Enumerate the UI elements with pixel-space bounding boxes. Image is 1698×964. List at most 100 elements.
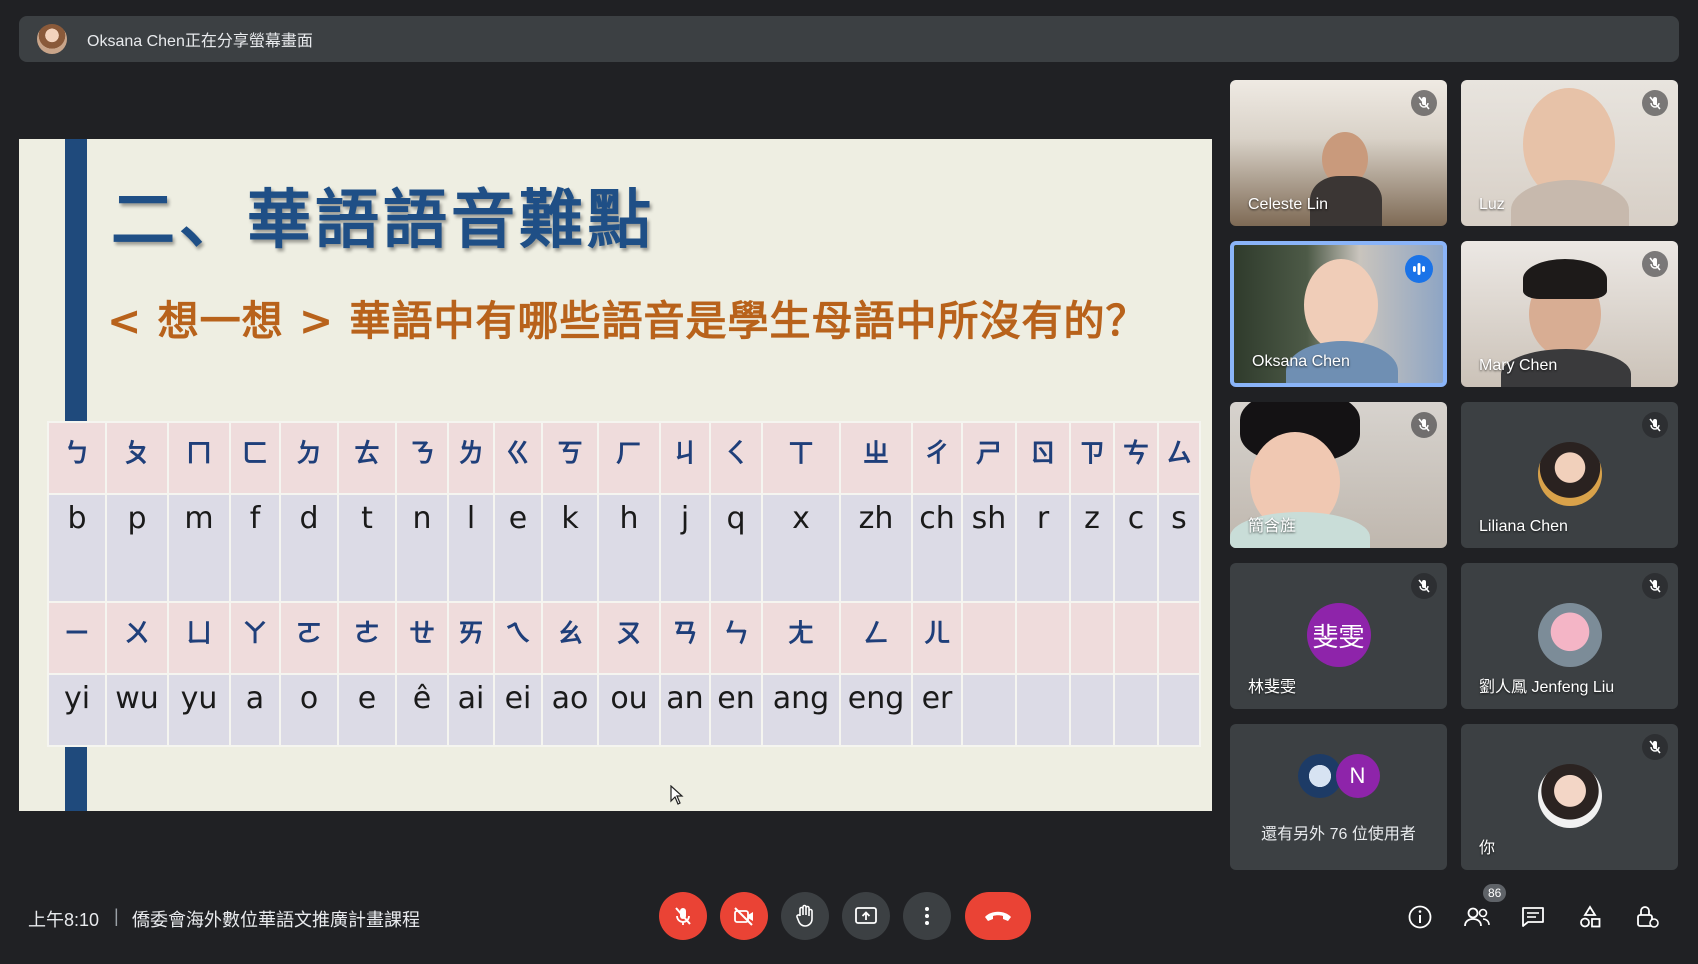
- pinyin-cell: ao: [541, 673, 599, 747]
- participant-tile[interactable]: Luz: [1461, 80, 1678, 226]
- zhuyin-symbol-row: ㄧㄨㄩㄚㄛㄜㄝㄞㄟㄠㄡㄢㄣㄤㄥㄦ: [47, 601, 1201, 675]
- zhuyin-symbol-cell: ㄕ: [961, 421, 1017, 495]
- pinyin-cell: h: [597, 493, 661, 603]
- pinyin-cell: er: [911, 673, 963, 747]
- pinyin-cell: [961, 673, 1017, 747]
- zhuyin-symbol-cell: ㄣ: [709, 601, 763, 675]
- mic-off-icon: [1411, 412, 1437, 438]
- pinyin-cell: [1015, 673, 1071, 747]
- zhuyin-symbol-cell: ㄠ: [541, 601, 599, 675]
- zhuyin-symbol-cell: ㄘ: [1113, 421, 1159, 495]
- zhuyin-symbol-cell: ㄍ: [493, 421, 543, 495]
- zhuyin-symbol-cell: ㄟ: [493, 601, 543, 675]
- present-screen-icon: [855, 907, 877, 924]
- pinyin-cell: [1069, 673, 1115, 747]
- pinyin-cell: ei: [493, 673, 543, 747]
- camera-off-icon: [734, 907, 753, 926]
- pinyin-cell: t: [337, 493, 397, 603]
- mic-off-icon: [1411, 90, 1437, 116]
- pinyin-cell: ou: [597, 673, 661, 747]
- info-icon: [1408, 905, 1432, 929]
- zhuyin-symbol-cell: ㄡ: [597, 601, 661, 675]
- pinyin-cell: [1157, 673, 1201, 747]
- participant-name: Mary Chen: [1479, 357, 1558, 374]
- meeting-details-button[interactable]: [1405, 902, 1435, 932]
- meeting-control-bar: 上午8:10 | 僑委會海外數位華語文推廣計畫課程 86: [0, 880, 1698, 954]
- participant-name: Oksana Chen: [1252, 353, 1350, 370]
- participant-tile-active-speaker[interactable]: Oksana Chen: [1230, 241, 1447, 387]
- more-options-button[interactable]: [903, 892, 951, 940]
- host-controls-button[interactable]: [1632, 902, 1662, 932]
- zhuyin-symbol-cell: ㄢ: [659, 601, 711, 675]
- pinyin-cell: j: [659, 493, 711, 603]
- participant-tile[interactable]: Liliana Chen: [1461, 402, 1678, 548]
- pinyin-cell: k: [541, 493, 599, 603]
- pinyin-cell: e: [337, 673, 397, 747]
- zhuyin-symbol-cell: ㄩ: [167, 601, 231, 675]
- mic-off-icon: [1642, 412, 1668, 438]
- zhuyin-symbol-cell: ㄋ: [395, 421, 449, 495]
- pinyin-cell: b: [47, 493, 107, 603]
- zhuyin-symbol-cell: ㄗ: [1069, 421, 1115, 495]
- pinyin-cell: a: [229, 673, 281, 747]
- others-avatar-initial: N: [1335, 754, 1380, 798]
- activities-button[interactable]: [1575, 902, 1605, 932]
- pinyin-cell: n: [395, 493, 449, 603]
- participant-name: 林斐雯: [1248, 679, 1297, 696]
- shared-slide: 二、華語語音難點 < 想一想 > 華語中有哪些語音是學生母語中所沒有的？ ㄅㄆㄇ…: [19, 139, 1212, 811]
- pinyin-cell: zh: [839, 493, 913, 603]
- raise-hand-button[interactable]: [781, 892, 829, 940]
- zhuyin-symbol-cell: ㄈ: [229, 421, 281, 495]
- participant-name: 你: [1479, 840, 1496, 857]
- speaking-indicator-icon: [1405, 255, 1433, 283]
- zhuyin-symbol-row: ㄅㄆㄇㄈㄉㄊㄋㄌㄍㄎㄏㄐㄑㄒㄓㄔㄕㄖㄗㄘㄙ: [47, 421, 1201, 495]
- others-tile[interactable]: N 還有另外 76 位使用者: [1230, 724, 1447, 870]
- zhuyin-symbol-cell: ㄅ: [47, 421, 107, 495]
- self-tile[interactable]: 你: [1461, 724, 1678, 870]
- participant-avatar: [1537, 603, 1602, 667]
- participant-tile[interactable]: Celeste Lin: [1230, 80, 1447, 226]
- chat-button[interactable]: [1518, 902, 1548, 932]
- zhuyin-symbol-cell: ㄧ: [47, 601, 107, 675]
- pinyin-cell: q: [709, 493, 763, 603]
- chat-icon: [1522, 907, 1544, 927]
- present-screen-button[interactable]: [842, 892, 890, 940]
- meeting-separator: |: [114, 906, 119, 926]
- zhuyin-symbol-cell: ㄎ: [541, 421, 599, 495]
- zhuyin-symbol-cell: [961, 601, 1017, 675]
- pinyin-cell: o: [279, 673, 339, 747]
- zhuyin-symbol-cell: ㄚ: [229, 601, 281, 675]
- pinyin-cell: en: [709, 673, 763, 747]
- zhuyin-symbol-cell: [1157, 601, 1201, 675]
- people-icon: [1464, 907, 1490, 927]
- mic-off-icon: [1642, 573, 1668, 599]
- pinyin-cell: sh: [961, 493, 1017, 603]
- camera-toggle-button[interactable]: [720, 892, 768, 940]
- pinyin-cell: l: [447, 493, 495, 603]
- pinyin-cell: r: [1015, 493, 1071, 603]
- pinyin-cell: wu: [105, 673, 169, 747]
- host-controls-icon: [1637, 906, 1659, 928]
- pinyin-cell: [1113, 673, 1159, 747]
- pinyin-row: b p m f d t n l e k h j q x zh ch sh r z c s: [47, 493, 1201, 603]
- people-button[interactable]: [1462, 902, 1492, 932]
- slide-subtitle: < 想一想 > 華語中有哪些語音是學生母語中所沒有的？: [107, 297, 1148, 345]
- participant-tile[interactable]: Mary Chen: [1461, 241, 1678, 387]
- leave-call-button[interactable]: [965, 892, 1031, 940]
- microphone-toggle-button[interactable]: [659, 892, 707, 940]
- slide-title: 二、華語語音難點: [111, 184, 655, 258]
- participant-tile[interactable]: 劉人鳳 Jenfeng Liu: [1461, 563, 1678, 709]
- participant-name: Luz: [1479, 196, 1505, 213]
- more-options-icon: [925, 907, 929, 925]
- participant-tile[interactable]: 簡含旌: [1230, 402, 1447, 548]
- participant-name: Celeste Lin: [1248, 196, 1329, 213]
- zhuyin-symbol-cell: ㄓ: [839, 421, 913, 495]
- people-count-badge: 86: [1483, 884, 1507, 902]
- self-avatar: [1537, 764, 1602, 828]
- participant-avatar: [1537, 442, 1602, 506]
- others-count-text: 還有另外 76 位使用者: [1261, 826, 1416, 843]
- zhuyin-symbol-cell: ㄛ: [279, 601, 339, 675]
- zhuyin-symbol-cell: ㄐ: [659, 421, 711, 495]
- participant-tile[interactable]: 斐雯 林斐雯: [1230, 563, 1447, 709]
- zhuyin-symbol-cell: ㄞ: [447, 601, 495, 675]
